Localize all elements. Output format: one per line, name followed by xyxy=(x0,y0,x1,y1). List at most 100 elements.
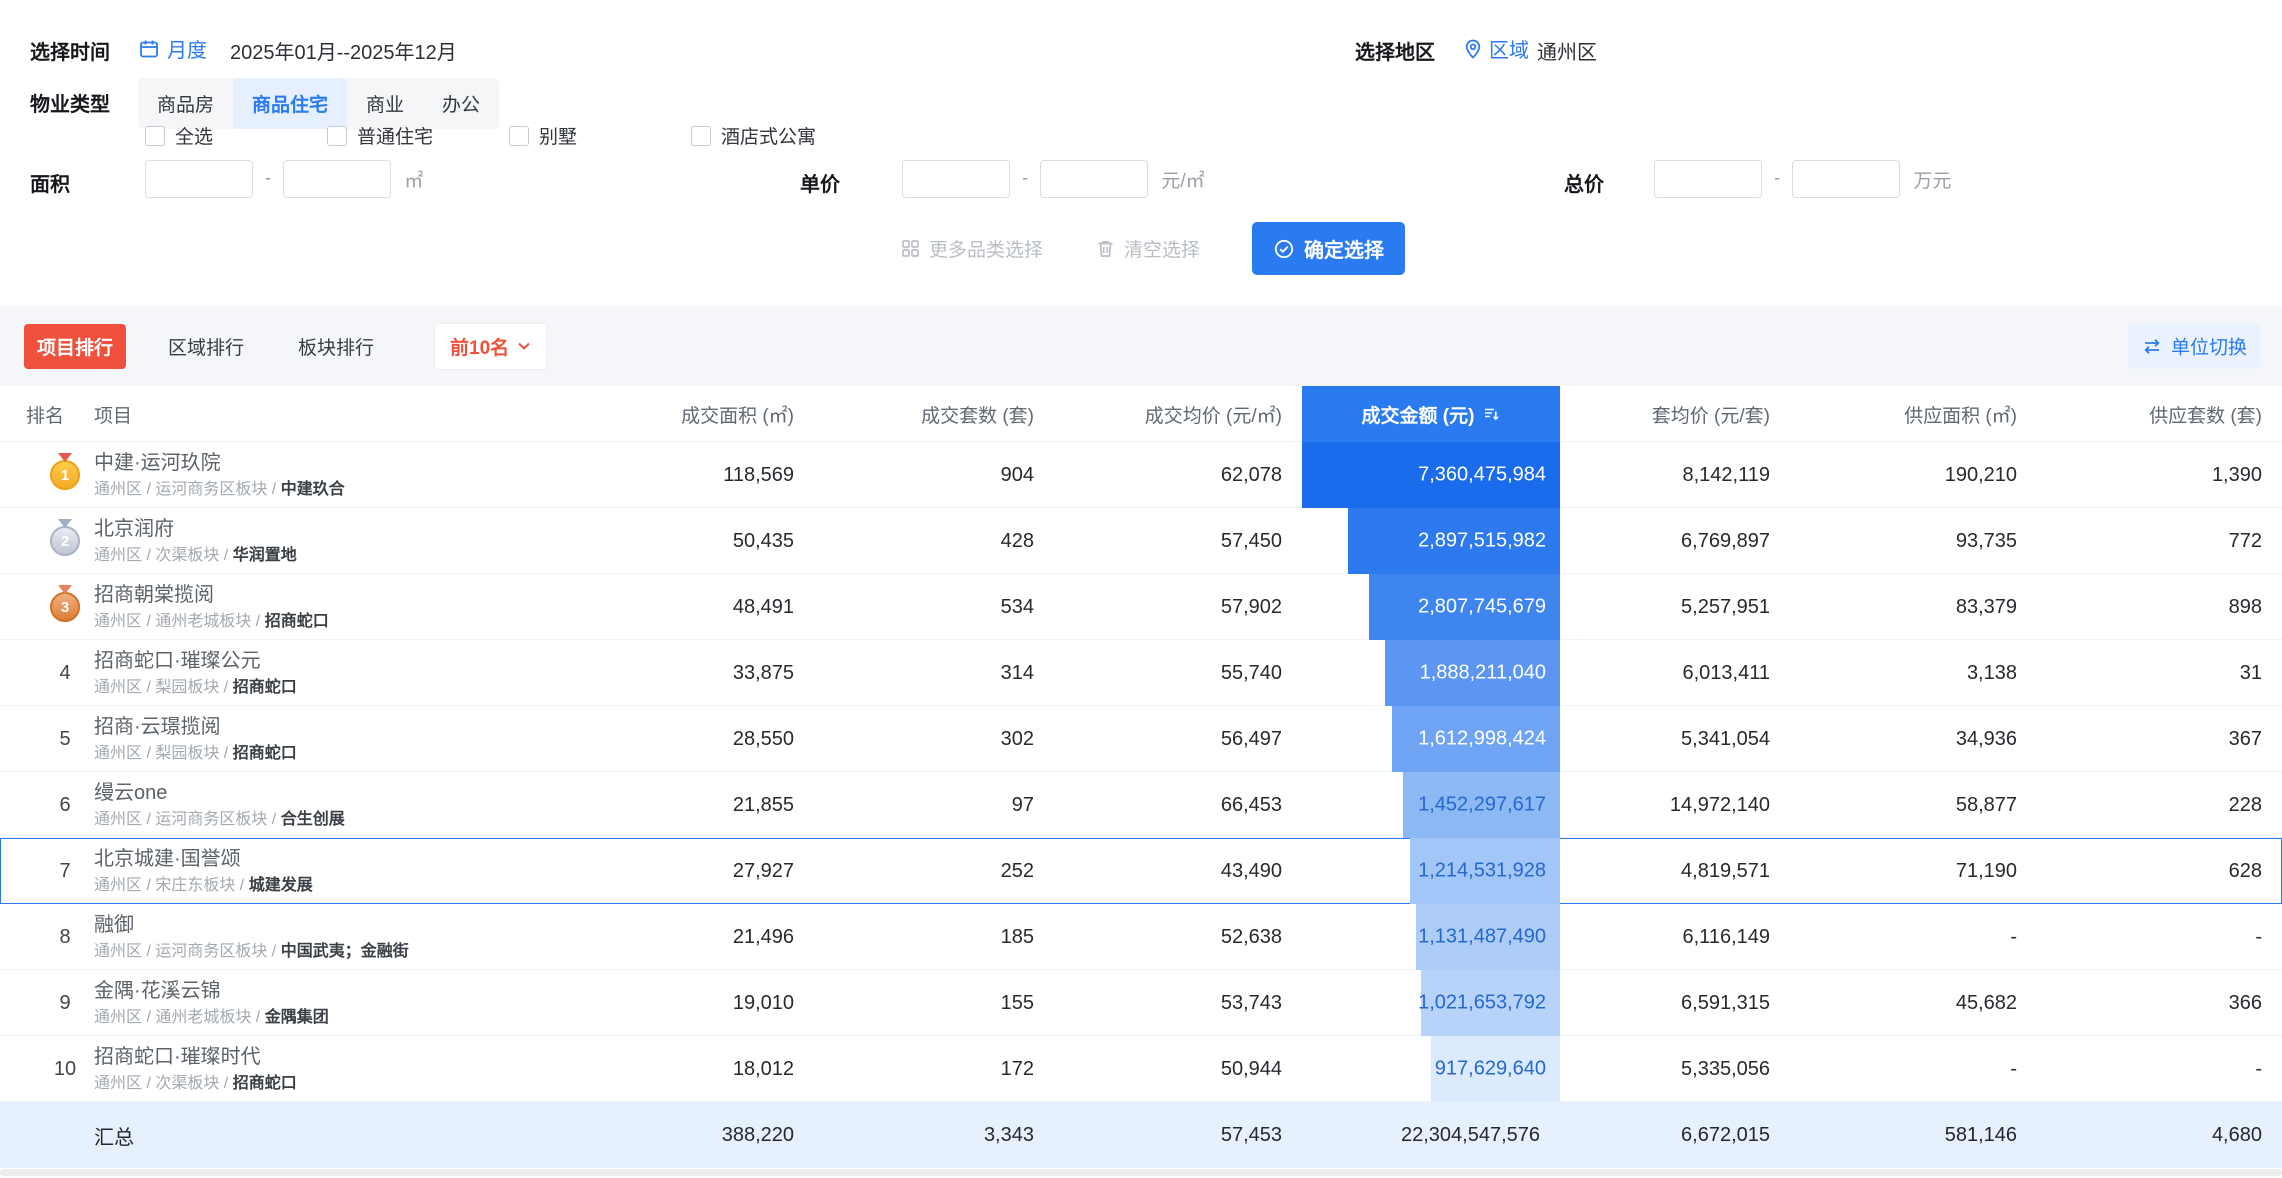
table-row-4[interactable]: 4 招商蛇口·璀璨公元 通州区 / 梨园板块 / 招商蛇口 33,875 314 55,7… xyxy=(0,640,2282,706)
checkbox-icon[interactable] xyxy=(509,125,529,146)
ranking-tab-1[interactable]: 项目排行 xyxy=(24,323,127,369)
region-filter-label: 选择地区 xyxy=(1355,42,1435,64)
unit-price-max-input[interactable] xyxy=(1040,160,1149,198)
check-circle-icon xyxy=(1274,239,1294,258)
table-row-5[interactable]: 5 招商·云璟揽阅 通州区 / 梨园板块 / 招商蛇口 28,550 302 56,497… xyxy=(0,706,2282,772)
summary-deal-avg-price: 57,453 xyxy=(1220,1123,1282,1146)
supply-area-cell: 83,379 xyxy=(1955,595,2017,618)
deal-units-cell: 252 xyxy=(1000,859,1034,882)
summary-unit-avg-price: 6,672,015 xyxy=(1681,1123,1770,1146)
checkbox-icon[interactable] xyxy=(691,125,711,146)
project-cell: 招商蛇口·璀璨公元 通州区 / 梨园板块 / 招商蛇口 xyxy=(94,649,624,698)
unit-avg-price-cell: 5,335,056 xyxy=(1681,1057,1770,1080)
rank-cell: 3 xyxy=(24,592,94,622)
deal-amount-cell: 1,612,998,424 xyxy=(1302,706,1560,772)
total-price-min-input[interactable] xyxy=(1654,160,1762,198)
rank-cell: 1 xyxy=(24,460,94,490)
rank-cell: 10 xyxy=(24,1058,94,1081)
project-name[interactable]: 缦云one xyxy=(94,781,624,806)
supply-units-cell: 367 xyxy=(2228,727,2262,750)
subtype-checkbox-3[interactable]: 别墅 xyxy=(509,122,691,149)
time-range-value[interactable]: 2025年01月--2025年12月 xyxy=(230,36,457,65)
supply-area-cell: - xyxy=(2010,1057,2017,1080)
project-name[interactable]: 招商·云璟揽阅 xyxy=(94,715,624,740)
supply-units-cell: 31 xyxy=(2239,661,2262,684)
subtype-checkbox-1[interactable]: 全选 xyxy=(145,122,327,149)
project-name[interactable]: 金隅·花溪云锦 xyxy=(94,979,624,1004)
checkbox-icon[interactable] xyxy=(145,125,165,146)
summary-deal-amount: 22,304,547,576 xyxy=(1400,1123,1540,1146)
ranking-tab-2[interactable]: 区域排行 xyxy=(156,324,256,369)
ranking-tab-3[interactable]: 板块排行 xyxy=(286,324,386,369)
rank-cell: 8 xyxy=(24,926,94,949)
rank-cell: 2 xyxy=(24,526,94,556)
deal-avg-price-cell: 62,078 xyxy=(1220,463,1282,486)
rank-number: 7 xyxy=(59,859,71,882)
rank-number: 8 xyxy=(59,925,71,948)
deal-amount-value: 1,021,653,792 xyxy=(1418,991,1546,1014)
subtype-checkbox-2[interactable]: 普通住宅 xyxy=(327,122,509,149)
project-name[interactable]: 招商蛇口·璀璨时代 xyxy=(94,1045,624,1070)
project-name[interactable]: 北京润府 xyxy=(94,517,624,542)
unit-avg-price-cell: 5,341,054 xyxy=(1681,727,1770,750)
project-name[interactable]: 融御 xyxy=(94,913,624,938)
column-header-8: 供应面积 (㎡) xyxy=(1904,405,2017,427)
deal-amount-cell: 1,021,653,792 xyxy=(1302,970,1560,1036)
project-developer: 招商蛇口 xyxy=(264,612,329,630)
project-cell: 中建·运河玖院 通州区 / 运河商务区板块 / 中建玖合 xyxy=(94,451,624,500)
project-developer: 招商蛇口 xyxy=(232,1074,297,1092)
deal-amount-value: 2,807,745,679 xyxy=(1418,595,1546,618)
deal-amount-cell: 1,131,487,490 xyxy=(1302,904,1560,970)
table-row-6[interactable]: 6 缦云one 通州区 / 运河商务区板块 / 合生创展 21,855 97 66,453… xyxy=(0,772,2282,838)
deal-amount-cell: 7,360,475,984 xyxy=(1302,442,1560,508)
unit-price-unit: 元/㎡ xyxy=(1161,170,1205,192)
column-header-7: 套均价 (元/套) xyxy=(1651,405,1770,427)
unit-avg-price-cell: 6,013,411 xyxy=(1682,661,1771,684)
project-name[interactable]: 招商蛇口·璀璨公元 xyxy=(94,649,624,674)
location-pin-icon xyxy=(1465,39,1481,59)
ranking-toolbar: 项目排行 区域排行 板块排行 前10名 单位切换 xyxy=(0,306,2282,386)
top-n-dropdown[interactable]: 前10名 xyxy=(434,322,548,370)
region-value[interactable]: 通州区 xyxy=(1537,36,1597,65)
unit-switch-button[interactable]: 单位切换 xyxy=(2127,323,2260,369)
confirm-selection-button[interactable]: 确定选择 xyxy=(1252,222,1406,275)
medal-bronze-icon: 3 xyxy=(50,592,80,622)
calendar-icon xyxy=(140,40,158,57)
project-location: 通州区 / 次渠板块 / xyxy=(94,1074,233,1092)
more-categories-button[interactable]: 更多品类选择 xyxy=(900,235,1043,262)
project-location: 通州区 / 梨园板块 / xyxy=(94,678,233,696)
project-name[interactable]: 中建·运河玖院 xyxy=(94,451,624,476)
project-location: 通州区 / 通州老城板块 / xyxy=(94,612,265,630)
project-name[interactable]: 北京城建·国誉颂 xyxy=(94,847,624,872)
table-row-2[interactable]: 2 北京润府 通州区 / 次渠板块 / 华润置地 50,435 428 57,450 2,8… xyxy=(0,508,2282,574)
clear-selection-button[interactable]: 清空选择 xyxy=(1095,235,1200,262)
table-row-3[interactable]: 3 招商朝棠揽阅 通州区 / 通州老城板块 / 招商蛇口 48,491 534 57,90… xyxy=(0,574,2282,640)
table-row-8[interactable]: 8 融御 通州区 / 运河商务区板块 / 中国武夷；金融街 21,496 185 52,6… xyxy=(0,904,2282,970)
checkbox-icon[interactable] xyxy=(327,125,347,146)
project-name[interactable]: 招商朝棠揽阅 xyxy=(94,583,624,608)
region-type-button[interactable]: 区域 xyxy=(1462,34,1529,63)
table-row-10[interactable]: 10 招商蛇口·璀璨时代 通州区 / 次渠板块 / 招商蛇口 18,012 172 50,… xyxy=(0,1036,2282,1102)
deal-units-cell: 314 xyxy=(1000,661,1034,684)
project-cell: 北京润府 通州区 / 次渠板块 / 华润置地 xyxy=(94,517,624,566)
deal-units-cell: 185 xyxy=(1000,925,1034,948)
unit-price-label: 单价 xyxy=(800,174,840,196)
column-header-6[interactable]: 成交金额 (元) xyxy=(1302,386,1560,442)
total-price-max-input[interactable] xyxy=(1792,160,1901,198)
unit-price-min-input[interactable] xyxy=(902,160,1010,198)
table-row-9[interactable]: 9 金隅·花溪云锦 通州区 / 通州老城板块 / 金隅集团 19,010 155 53,7… xyxy=(0,970,2282,1036)
area-max-input[interactable] xyxy=(283,160,392,198)
table-row-1[interactable]: 1 中建·运河玖院 通州区 / 运河商务区板块 / 中建玖合 118,569 904 62… xyxy=(0,442,2282,508)
area-min-input[interactable] xyxy=(145,160,253,198)
rank-number: 4 xyxy=(59,661,71,684)
horizontal-scrollbar[interactable] xyxy=(0,1169,2282,1176)
project-developer: 金隅集团 xyxy=(264,1008,329,1026)
deal-amount-cell: 1,888,211,040 xyxy=(1302,640,1560,706)
time-mode-button[interactable]: 月度 xyxy=(138,34,207,63)
supply-units-cell: 228 xyxy=(2228,793,2262,816)
subtype-checkbox-4[interactable]: 酒店式公寓 xyxy=(691,122,873,149)
deal-amount-value: 917,629,640 xyxy=(1434,1057,1546,1080)
subtype-checkboxes: 全选 普通住宅 别墅 酒店式公寓 xyxy=(145,122,873,149)
table-row-7[interactable]: 7 北京城建·国誉颂 通州区 / 宋庄东板块 / 城建发展 27,927 252 43,4… xyxy=(0,838,2282,904)
grid-icon xyxy=(902,240,919,257)
